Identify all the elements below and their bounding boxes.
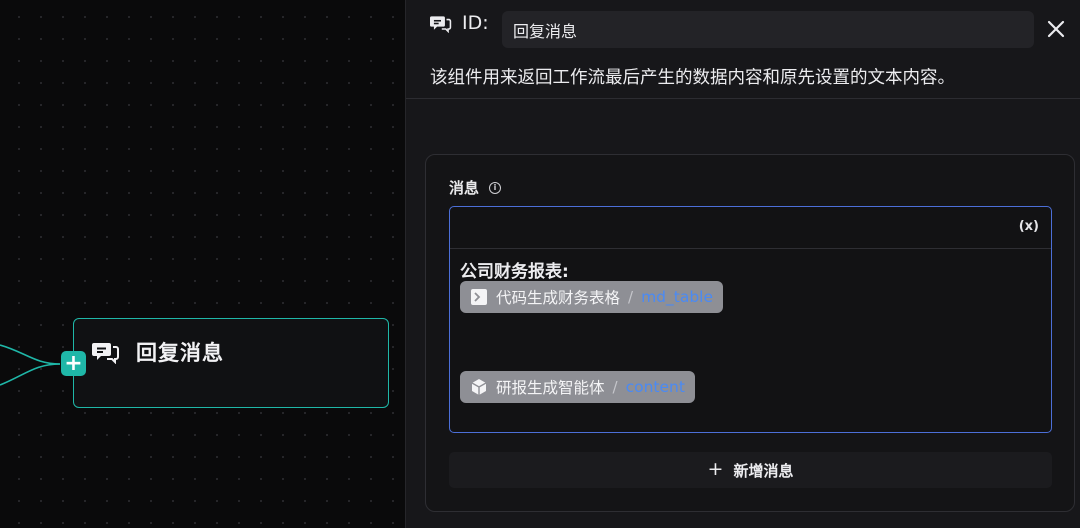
reply-message-node[interactable]: 回复消息 — [73, 318, 389, 408]
editor-heading-text: 公司财务报表: — [460, 262, 569, 282]
plus-icon: + — [707, 458, 724, 480]
editor-toolbar: (x) — [450, 207, 1051, 249]
component-description: 该组件用来返回工作流最后产生的数据内容和原先设置的文本内容。 — [430, 68, 955, 88]
node-title: 回复消息 — [136, 341, 224, 365]
variable-chip[interactable]: 代码生成财务表格 / md_table — [460, 281, 724, 313]
message-label-text: 消息 — [449, 179, 480, 197]
variable-chip[interactable]: 研报生成智能体 / content — [460, 371, 695, 403]
chip-separator: / — [612, 378, 618, 396]
message-editor[interactable]: (x) 公司财务报表: 代码生成财务表格 / md_table 研报生成智能体 … — [449, 206, 1052, 433]
reply-message-icon — [92, 340, 120, 364]
cube-icon — [470, 378, 488, 396]
chip-node-name: 研报生成智能体 — [496, 379, 605, 397]
add-message-label: 新增消息 — [733, 461, 794, 480]
message-card: 消息 i (x) 公司财务报表: 代码生成财务表格 / md_table 研报生… — [425, 154, 1075, 512]
header-divider — [406, 98, 1080, 99]
insert-variable-button[interactable]: (x) — [1019, 219, 1039, 234]
terminal-icon — [470, 288, 488, 306]
add-message-button[interactable]: + 新增消息 — [449, 452, 1052, 488]
chip-variable-name: md_table — [641, 288, 714, 306]
connection-edges — [0, 344, 61, 386]
panel-header: ID: — [430, 12, 489, 34]
reply-message-icon — [430, 14, 452, 33]
chip-variable-name: content — [625, 378, 685, 396]
node-header: 回复消息 — [92, 337, 224, 367]
id-label: ID: — [462, 12, 489, 34]
workflow-canvas[interactable]: 回复消息 + — [0, 0, 405, 528]
message-label: 消息 i — [449, 177, 502, 198]
id-input[interactable]: 回复消息 — [502, 11, 1034, 48]
close-icon — [1047, 20, 1065, 38]
chip-separator: / — [628, 288, 634, 306]
node-add-button[interactable]: + — [61, 351, 86, 376]
editor-content[interactable]: 公司财务报表: — [460, 257, 569, 282]
properties-panel: ID: 回复消息 该组件用来返回工作流最后产生的数据内容和原先设置的文本内容。 … — [405, 0, 1080, 528]
info-icon[interactable]: i — [489, 181, 502, 194]
chip-node-name: 代码生成财务表格 — [496, 289, 621, 307]
close-button[interactable] — [1046, 19, 1066, 39]
